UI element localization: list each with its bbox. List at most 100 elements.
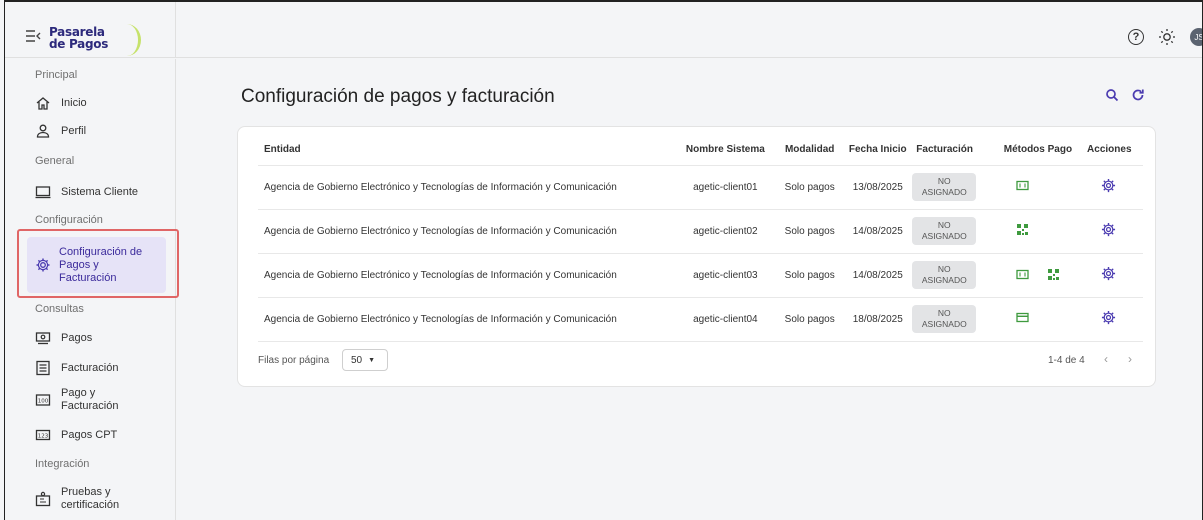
theme-toggle-icon[interactable] [1158,28,1176,46]
prev-page-button[interactable]: ‹ [1104,352,1108,366]
sidebar-item-label: Perfil [61,125,87,137]
pay-invoice-icon: 100 [35,394,51,406]
sidebar-item-inicio[interactable]: Inicio [35,95,87,111]
cell-fecha: 13/08/2025 [843,165,913,210]
col-acciones: Acciones [1087,135,1143,166]
sidebar-item-label: Configuración de Pagos y Facturación [59,245,143,284]
cell-fecha: 14/08/2025 [843,253,913,298]
pagination-range: 1-4 de 4 [1048,355,1085,366]
badge-line2: ASIGNADO [921,275,967,285]
badge-line1: NO [937,264,951,274]
cell-sistema: agetic-client02 [674,209,777,254]
sidebar: Principal Inicio Perfil General Sistema … [5,59,179,520]
config-action-button[interactable] [1101,266,1116,281]
gear-icon [36,258,50,272]
table-header-row: Entidad Nombre Sistema Modalidad Fecha I… [258,135,1143,166]
rows-per-page-select[interactable]: 50 ▼ [342,349,388,371]
page-title: Configuración de pagos y facturación [241,86,555,107]
sidebar-item-pagos-cpt[interactable]: 123 Pagos CPT [35,427,117,443]
cell-entidad: Agencia de Gobierno Electrónico y Tecnol… [258,253,675,298]
card-icon [1016,312,1029,323]
avatar[interactable]: JS [1190,28,1202,46]
table-row: Agencia de Gobierno Electrónico y Tecnol… [258,209,1143,254]
cell-modalidad: Solo pagos [776,209,844,254]
table-footer: Filas por página 50 ▼ 1-4 de 4 ‹ › [258,349,1143,373]
qr-icon [1016,224,1028,235]
sidebar-item-label: Pagos [61,332,93,344]
sidebar-item-sistema-cliente[interactable]: Sistema Cliente [35,184,138,200]
refresh-icon[interactable] [1131,88,1145,102]
col-modalidad: Modalidad [776,135,844,166]
sidebar-item-label-line1: Pruebas y [61,486,111,498]
logo[interactable]: Pasarela de Pagos [49,24,141,56]
status-badge: NO ASIGNADO [912,217,977,245]
sidebar-item-label: Pagos CPT [61,429,118,441]
cpt-icon: 123 [35,429,51,441]
search-icon[interactable] [1105,88,1119,102]
sidebar-item-perfil[interactable]: Perfil [35,123,86,139]
rows-per-page-value: 50 [351,354,363,366]
section-configuracion: Configuración [35,214,103,226]
col-fecha-inicio: Fecha Inicio [843,135,913,166]
sidebar-item-label: Sistema Cliente [61,186,139,198]
badge-line1: NO [937,220,951,230]
config-action-button[interactable] [1101,310,1116,325]
badge-line2: ASIGNADO [921,231,967,241]
chevron-down-icon: ▼ [368,356,376,364]
sidebar-item-pagos[interactable]: Pagos [35,330,92,346]
sidebar-item-facturacion[interactable]: Facturación [35,360,118,376]
cell-modalidad: Solo pagos [776,165,844,210]
sidebar-item-pago-facturacion[interactable]: 100 Pago y Facturación [35,387,118,413]
sidebar-item-label: Facturación [61,362,119,374]
badge-line1: NO [937,176,951,186]
cell-entidad: Agencia de Gobierno Electrónico y Tecnol… [258,165,675,210]
help-icon[interactable]: ? [1128,29,1144,45]
table-row: Agencia de Gobierno Electrónico y Tecnol… [258,297,1143,342]
cell-modalidad: Solo pagos [776,297,844,342]
gear-icon [1101,310,1116,325]
next-page-button[interactable]: › [1128,352,1132,366]
config-table-card: Entidad Nombre Sistema Modalidad Fecha I… [237,126,1156,387]
sidebar-item-configuracion-pagos[interactable]: Configuración de Pagos y Facturación [27,237,166,293]
cell-sistema: agetic-client04 [674,297,777,342]
cell-entidad: Agencia de Gobierno Electrónico y Tecnol… [258,297,675,342]
col-metodos-pago: Métodos Pago [1003,135,1088,166]
rows-per-page-label: Filas por página [258,355,330,366]
app-window: Pasarela de Pagos ? JS Principal Inicio … [4,0,1203,520]
col-facturacion: Facturación [912,135,1004,166]
cell-modalidad: Solo pagos [776,253,844,298]
status-badge: NO ASIGNADO [912,305,977,333]
certification-icon [35,491,51,507]
table-row: Agencia de Gobierno Electrónico y Tecnol… [258,165,1143,210]
cash-icon [1016,180,1029,191]
config-action-button[interactable] [1101,222,1116,237]
sidebar-item-label-line2: certificación [61,499,120,511]
sidebar-item-pruebas[interactable]: Pruebas y certificación [35,486,119,512]
cell-sistema: agetic-client03 [674,253,777,298]
gear-icon [1101,222,1116,237]
config-table: Entidad Nombre Sistema Modalidad Fecha I… [258,135,1143,342]
cell-sistema: agetic-client01 [674,165,777,210]
invoice-icon [36,360,50,376]
cell-entidad: Agencia de Gobierno Electrónico y Tecnol… [258,209,675,254]
sidebar-item-label-line1: Pago y [61,387,96,399]
badge-line2: ASIGNADO [921,187,967,197]
payments-icon [35,332,51,345]
gear-icon [1101,178,1116,193]
sidebar-item-label: Inicio [61,97,87,109]
menu-collapse-icon[interactable] [25,29,41,43]
status-badge: NO ASIGNADO [912,261,977,289]
logo-line2: de Pagos [49,37,109,51]
section-consultas: Consultas [35,303,84,315]
svg-text:100: 100 [38,399,49,405]
table-row: Agencia de Gobierno Electrónico y Tecnol… [258,253,1143,298]
header-actions [1105,88,1145,102]
col-nombre-sistema: Nombre Sistema [674,135,777,166]
config-action-button[interactable] [1101,178,1116,193]
user-icon [36,124,50,138]
brand-area: Pasarela de Pagos [5,2,176,58]
col-entidad: Entidad [258,135,675,166]
monitor-icon [35,186,51,199]
badge-line1: NO [937,308,951,318]
top-bar: Pasarela de Pagos ? JS [5,2,1202,58]
